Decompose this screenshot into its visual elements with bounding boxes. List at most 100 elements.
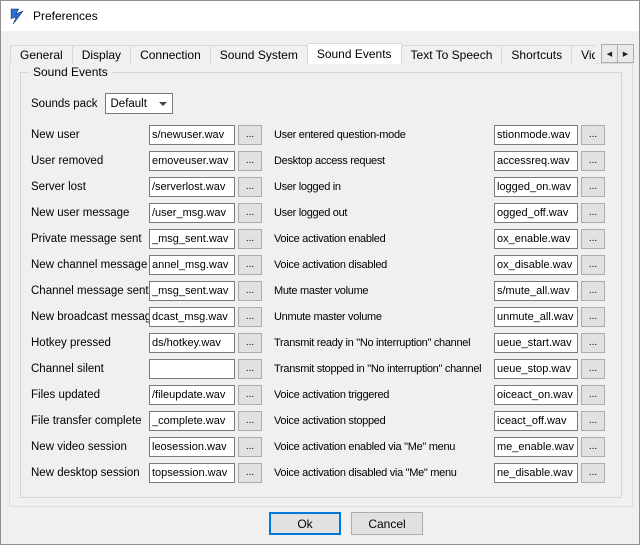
sound-event-label: Server lost [31,181,149,193]
tab-shortcuts[interactable]: Shortcuts [501,45,572,64]
sound-file-input[interactable] [494,333,578,353]
sound-event-row: Voice activation triggered... [274,385,605,405]
sound-file-input[interactable] [494,463,578,483]
sound-file-input[interactable] [494,437,578,457]
sound-file-input[interactable] [149,125,235,145]
sound-file-input[interactable] [149,151,235,171]
browse-button[interactable]: ... [581,359,605,379]
browse-button[interactable]: ... [238,203,262,223]
tab-panel: Sound Events Sounds pack Default New use… [9,63,633,507]
sound-event-row: Voice activation disabled... [274,255,605,275]
browse-button[interactable]: ... [581,281,605,301]
sound-file-input[interactable] [149,229,235,249]
sound-event-label: Transmit stopped in "No interruption" ch… [274,363,494,375]
sound-event-label: User removed [31,155,149,167]
tab-text-to-speech[interactable]: Text To Speech [401,45,503,64]
sounds-pack-value: Default [111,98,147,110]
sound-event-row: Channel message sent... [31,281,262,301]
browse-button[interactable]: ... [238,307,262,327]
sound-file-input[interactable] [149,463,235,483]
sound-file-input[interactable] [494,151,578,171]
browse-button[interactable]: ... [238,411,262,431]
browse-button[interactable]: ... [581,463,605,483]
sound-file-input[interactable] [494,411,578,431]
sound-file-input[interactable] [149,177,235,197]
sound-file-input[interactable] [149,437,235,457]
sound-event-row: New broadcast message... [31,307,262,327]
sound-events-column-right: User entered question-mode... Desktop acc… [274,125,605,483]
sounds-pack-select[interactable]: Default [105,93,173,114]
sound-file-input[interactable] [494,307,578,327]
browse-button[interactable]: ... [238,151,262,171]
tab-connection[interactable]: Connection [130,45,211,64]
sound-file-input[interactable] [149,333,235,353]
preferences-dialog: Preferences GeneralDisplayConnectionSoun… [0,0,640,545]
tab-video[interactable]: Video [571,45,595,64]
browse-button[interactable]: ... [581,229,605,249]
browse-button[interactable]: ... [581,203,605,223]
browse-button[interactable]: ... [238,255,262,275]
sound-event-row: User removed... [31,151,262,171]
sound-file-input[interactable] [494,255,578,275]
sound-event-label: User entered question-mode [274,129,494,141]
sound-event-row: New channel message... [31,255,262,275]
sound-file-input[interactable] [494,203,578,223]
sound-file-input[interactable] [494,177,578,197]
browse-button[interactable]: ... [581,255,605,275]
browse-button[interactable]: ... [581,333,605,353]
browse-button[interactable]: ... [581,307,605,327]
sound-event-row: Transmit stopped in "No interruption" ch… [274,359,605,379]
browse-button[interactable]: ... [581,437,605,457]
sound-file-input[interactable] [149,307,235,327]
sound-event-label: Channel silent [31,363,149,375]
window-title: Preferences [33,9,98,23]
sound-file-input[interactable] [494,125,578,145]
sound-file-input[interactable] [149,255,235,275]
browse-button[interactable]: ... [238,229,262,249]
sound-file-input[interactable] [494,229,578,249]
sound-event-label: Hotkey pressed [31,337,149,349]
tab-scroll-right-button[interactable]: ▶ [617,44,634,63]
sound-event-label: Channel message sent [31,285,149,297]
browse-button[interactable]: ... [581,177,605,197]
sound-file-input[interactable] [149,359,235,379]
sound-file-input[interactable] [494,359,578,379]
sound-event-label: Voice activation enabled [274,233,494,245]
browse-button[interactable]: ... [581,385,605,405]
browse-button[interactable]: ... [581,125,605,145]
tab-general[interactable]: General [10,45,73,64]
sound-event-label: Private message sent [31,233,149,245]
tab-scroll-left-button[interactable]: ◀ [601,44,618,63]
titlebar: Preferences [1,1,639,31]
sound-event-row: File transfer complete... [31,411,262,431]
sound-file-input[interactable] [494,281,578,301]
sound-event-label: Voice activation triggered [274,389,494,401]
browse-button[interactable]: ... [238,463,262,483]
browse-button[interactable]: ... [238,437,262,457]
sound-file-input[interactable] [149,203,235,223]
tab-sound-events[interactable]: Sound Events [307,43,402,64]
browse-button[interactable]: ... [581,411,605,431]
sound-events-columns: New user...User removed...Server lost...… [31,125,605,483]
sound-event-row: User entered question-mode... [274,125,605,145]
tab-scroll-buttons: ◀ ▶ [602,44,634,63]
chevron-down-icon [159,102,167,106]
sound-file-input[interactable] [149,281,235,301]
browse-button[interactable]: ... [238,333,262,353]
tab-sound-system[interactable]: Sound System [210,45,308,64]
browse-button[interactable]: ... [238,125,262,145]
ok-button[interactable]: Ok [269,512,341,535]
sound-file-input[interactable] [149,411,235,431]
browse-button[interactable]: ... [238,281,262,301]
browse-button[interactable]: ... [238,385,262,405]
browse-button[interactable]: ... [581,151,605,171]
sound-file-input[interactable] [494,385,578,405]
sound-events-column-left: New user...User removed...Server lost...… [31,125,262,483]
tab-display[interactable]: Display [72,45,131,64]
sound-file-input[interactable] [149,385,235,405]
sound-event-row: User logged in... [274,177,605,197]
browse-button[interactable]: ... [238,359,262,379]
cancel-button[interactable]: Cancel [351,512,423,535]
sound-event-label: Desktop access request [274,155,494,167]
browse-button[interactable]: ... [238,177,262,197]
